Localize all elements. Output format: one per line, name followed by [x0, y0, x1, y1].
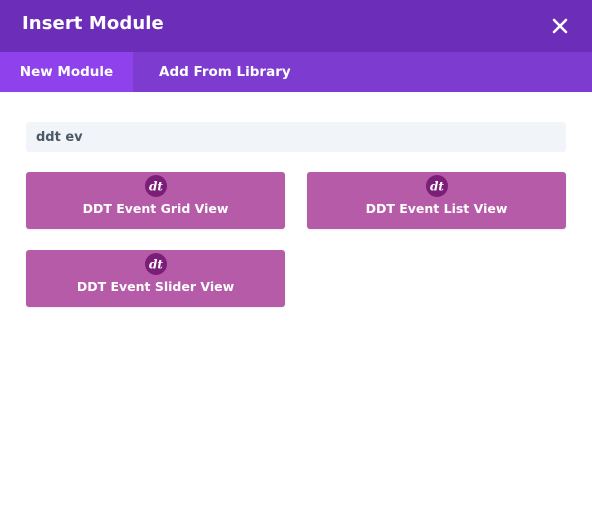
close-button[interactable]	[548, 14, 572, 38]
close-icon	[552, 18, 568, 34]
ddt-logo-text: dt	[149, 258, 163, 272]
module-label: DDT Event List View	[365, 201, 508, 216]
ddt-logo-icon: dt	[144, 175, 167, 197]
tab-new-module[interactable]: New Module	[0, 52, 133, 92]
insert-module-dialog: Insert Module New Module Add From Librar…	[0, 0, 592, 510]
ddt-logo-text: dt	[430, 180, 444, 194]
module-ddt-event-grid-view[interactable]: dt DDT Event Grid View	[26, 172, 285, 229]
module-label: DDT Event Grid View	[82, 201, 229, 216]
module-search-input[interactable]	[26, 122, 566, 152]
ddt-logo-icon: dt	[425, 175, 448, 197]
dialog-header: Insert Module	[0, 0, 592, 52]
ddt-logo-icon: dt	[144, 253, 167, 275]
tab-bar: New Module Add From Library	[0, 52, 592, 92]
dialog-title: Insert Module	[22, 13, 164, 34]
module-ddt-event-list-view[interactable]: dt DDT Event List View	[307, 172, 566, 229]
tab-add-from-library[interactable]: Add From Library	[159, 52, 291, 92]
module-ddt-event-slider-view[interactable]: dt DDT Event Slider View	[26, 250, 285, 307]
ddt-logo-text: dt	[149, 180, 163, 194]
module-label: DDT Event Slider View	[76, 279, 235, 294]
